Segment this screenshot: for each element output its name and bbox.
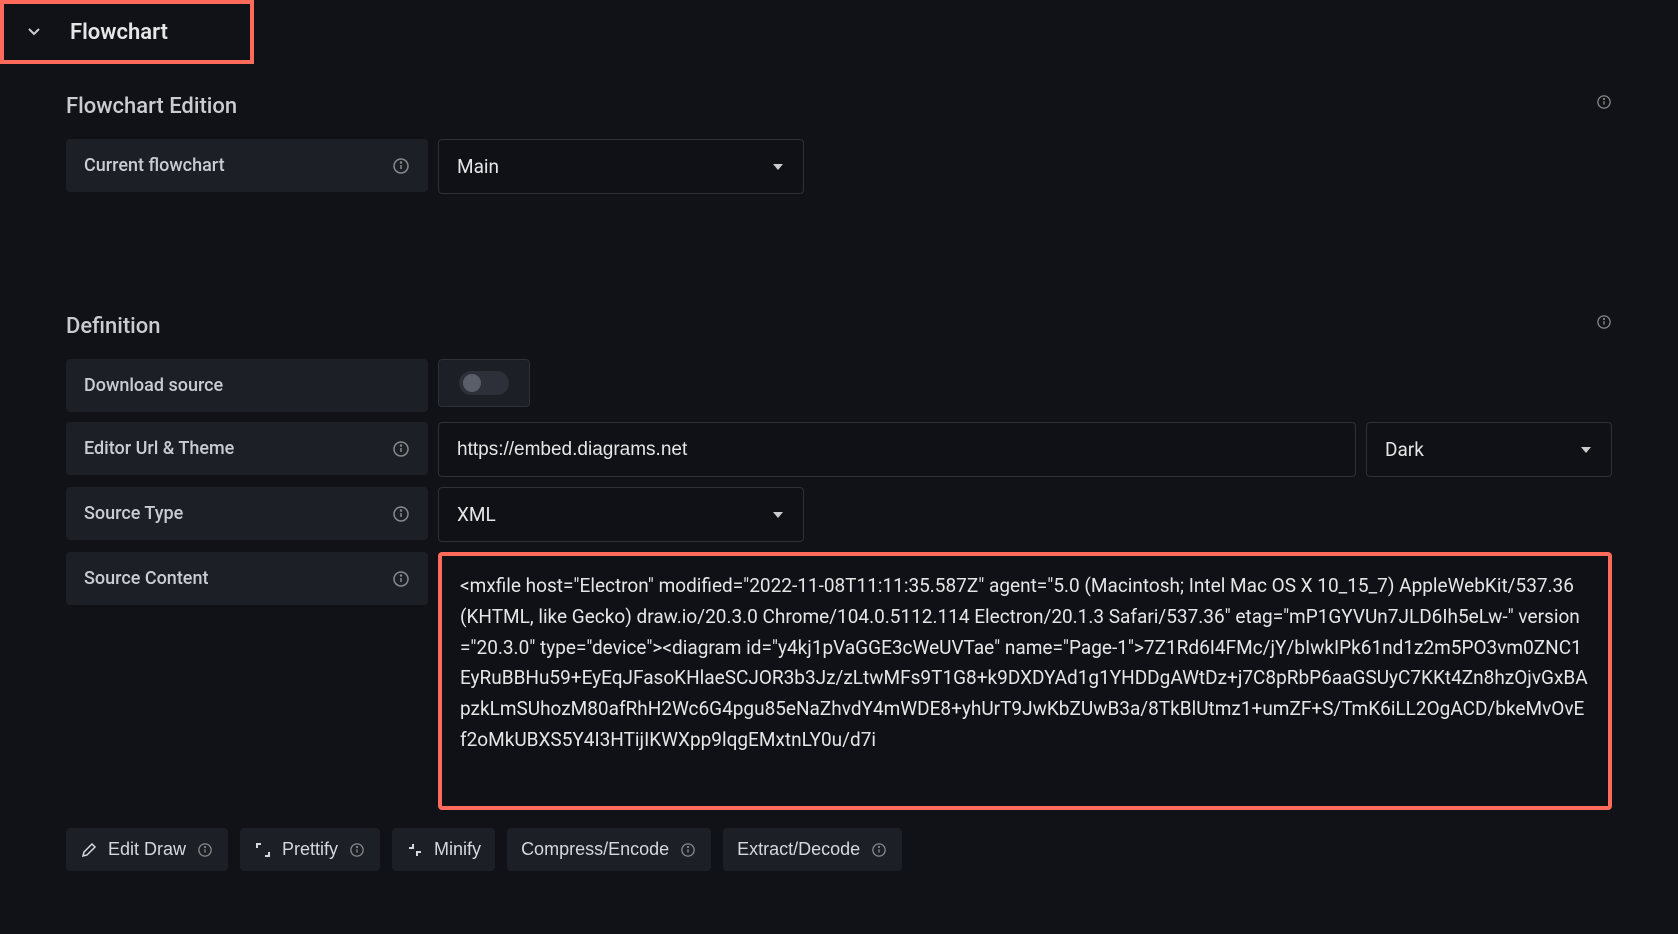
label-editor-url-theme: Editor Url & Theme	[66, 422, 428, 475]
button-label: Prettify	[282, 839, 338, 860]
section-header[interactable]: Flowchart	[0, 0, 254, 64]
dropdown-theme[interactable]: Dark	[1366, 422, 1612, 477]
caret-down-icon	[1579, 443, 1593, 457]
label-text: Source Content	[84, 568, 208, 589]
expand-icon	[254, 841, 272, 859]
compress-icon	[406, 841, 424, 859]
group-heading-flowchart-edition: Flowchart Edition	[66, 94, 237, 119]
info-icon	[679, 841, 697, 859]
info-icon[interactable]	[392, 570, 410, 588]
label-current-flowchart: Current flowchart	[66, 139, 428, 192]
button-label: Minify	[434, 839, 481, 860]
dropdown-value: Dark	[1385, 438, 1424, 461]
group-heading-definition: Definition	[66, 314, 161, 339]
label-source-content: Source Content	[66, 552, 428, 605]
info-icon[interactable]	[392, 157, 410, 175]
toggle-download-source[interactable]	[459, 371, 509, 395]
dropdown-value: Main	[457, 155, 499, 178]
button-label: Extract/Decode	[737, 839, 860, 860]
extract-decode-button[interactable]: Extract/Decode	[723, 828, 902, 871]
info-icon[interactable]	[1596, 94, 1612, 110]
action-button-row: Edit Draw Prettify Minify Compress/Encod…	[0, 828, 1678, 871]
info-icon[interactable]	[392, 440, 410, 458]
info-icon	[870, 841, 888, 859]
label-text: Download source	[84, 375, 223, 396]
label-text: Current flowchart	[84, 155, 225, 176]
section-title: Flowchart	[70, 20, 168, 45]
toggle-knob	[463, 374, 481, 392]
toggle-container	[438, 359, 530, 407]
label-download-source: Download source	[66, 359, 428, 412]
button-label: Edit Draw	[108, 839, 186, 860]
label-text: Editor Url & Theme	[84, 438, 234, 459]
textarea-source-content[interactable]	[438, 552, 1612, 810]
minify-button[interactable]: Minify	[392, 828, 495, 871]
dropdown-value: XML	[457, 503, 496, 526]
prettify-button[interactable]: Prettify	[240, 828, 380, 871]
edit-icon	[80, 841, 98, 859]
compress-encode-button[interactable]: Compress/Encode	[507, 828, 711, 871]
caret-down-icon	[771, 508, 785, 522]
button-label: Compress/Encode	[521, 839, 669, 860]
dropdown-source-type[interactable]: XML	[438, 487, 804, 542]
edit-draw-button[interactable]: Edit Draw	[66, 828, 228, 871]
info-icon	[348, 841, 366, 859]
label-text: Source Type	[84, 503, 183, 524]
caret-down-icon	[771, 160, 785, 174]
info-icon	[196, 841, 214, 859]
dropdown-current-flowchart[interactable]: Main	[438, 139, 804, 194]
input-editor-url[interactable]	[438, 422, 1356, 477]
info-icon[interactable]	[1596, 314, 1612, 330]
info-icon[interactable]	[392, 505, 410, 523]
label-source-type: Source Type	[66, 487, 428, 540]
chevron-down-icon	[26, 23, 44, 41]
